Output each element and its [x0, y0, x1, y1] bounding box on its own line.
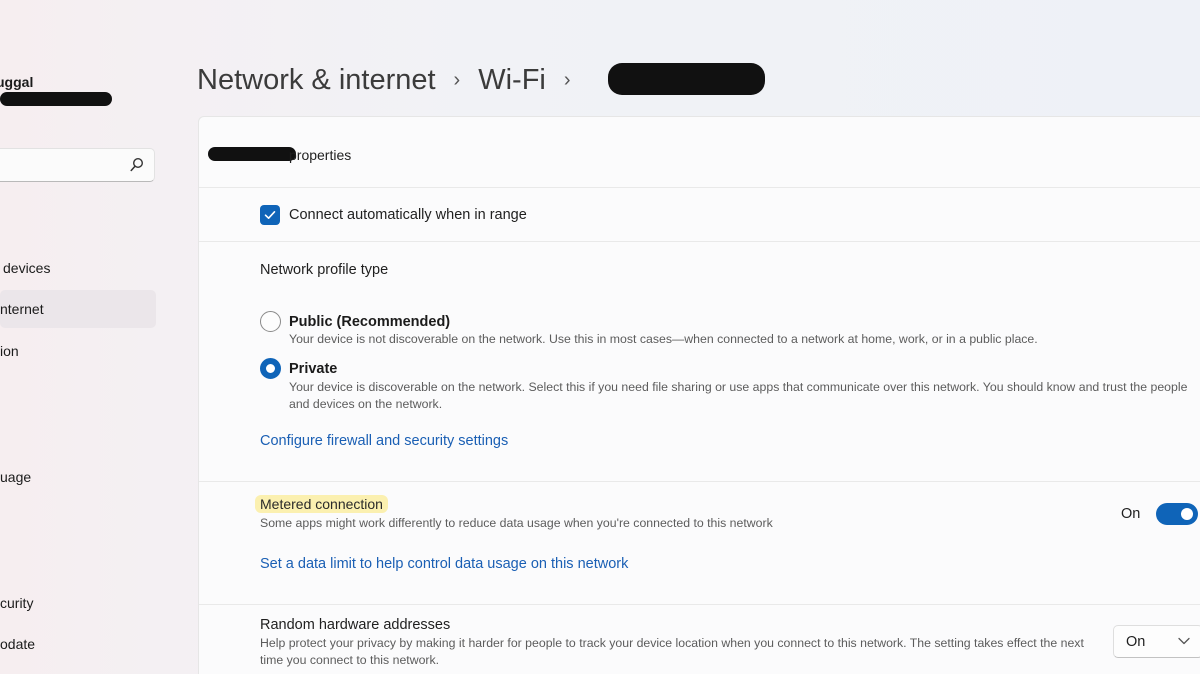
properties-title: properties: [289, 147, 352, 163]
random-hardware-addresses-dropdown[interactable]: On: [1113, 625, 1200, 658]
radio-public-description: Your device is not discoverable on the n…: [289, 332, 1038, 346]
configure-firewall-link[interactable]: Configure firewall and security settings: [260, 433, 508, 449]
sidebar-item-label: nternet: [0, 301, 44, 317]
checkmark-icon: [264, 210, 276, 219]
divider: [199, 604, 1200, 605]
sidebar-item-label: curity: [0, 595, 34, 611]
connect-automatically-row[interactable]: Connect automatically when in range: [260, 205, 527, 225]
divider: [199, 187, 1200, 188]
toggle-knob: [1181, 508, 1193, 520]
chevron-down-icon: [1178, 637, 1190, 645]
sidebar-item-bluetooth-devices[interactable]: devices: [0, 249, 156, 287]
sidebar-item-personalization[interactable]: ion: [0, 332, 156, 370]
network-properties-card: properties Connect automatically when in…: [198, 116, 1200, 674]
metered-connection-toggle[interactable]: [1156, 503, 1198, 525]
sidebar-item-network-internet[interactable]: nternet: [0, 290, 156, 328]
redacted-network-name: [208, 147, 296, 161]
sidebar-item-windows-update[interactable]: odate: [0, 625, 156, 663]
redacted-network-name: [608, 63, 765, 95]
breadcrumb-network-internet[interactable]: Network & internet: [197, 64, 436, 97]
sidebar: uggal devices nternet ion uage curity od…: [0, 0, 170, 674]
radio-public-label[interactable]: Public (Recommended): [289, 314, 450, 330]
user-name: uggal: [0, 74, 34, 90]
breadcrumb-wifi[interactable]: Wi-Fi: [478, 64, 546, 97]
breadcrumb: Network & internet › Wi-Fi ›: [197, 58, 589, 102]
redacted-email: [0, 92, 112, 106]
connect-automatically-label: Connect automatically when in range: [289, 207, 527, 223]
sidebar-item-label: devices: [3, 260, 51, 276]
sidebar-item-privacy-security[interactable]: curity: [0, 584, 156, 622]
radio-public[interactable]: [260, 311, 281, 332]
network-profile-type-label: Network profile type: [260, 262, 389, 278]
sidebar-item-label: odate: [0, 636, 36, 652]
dropdown-value: On: [1126, 634, 1146, 650]
metered-connection-description: Some apps might work differently to redu…: [260, 516, 773, 530]
search-icon[interactable]: [130, 157, 144, 173]
divider: [199, 481, 1200, 482]
metered-connection-label: Metered connection: [255, 495, 388, 513]
divider: [199, 241, 1200, 242]
sidebar-item-label: ion: [0, 343, 19, 359]
radio-private-label[interactable]: Private: [289, 361, 337, 377]
sidebar-item-time-language[interactable]: uage: [0, 458, 156, 496]
radio-private[interactable]: [260, 358, 281, 379]
chevron-right-icon: ›: [453, 68, 461, 91]
chevron-right-icon: ›: [563, 68, 571, 91]
settings-window: uggal devices nternet ion uage curity od…: [0, 0, 1200, 674]
random-hardware-addresses-description: Help protect your privacy by making it h…: [260, 636, 1084, 667]
metered-toggle-state: On: [1121, 506, 1141, 522]
connect-automatically-checkbox[interactable]: [260, 205, 280, 225]
data-limit-link[interactable]: Set a data limit to help control data us…: [260, 556, 628, 572]
search-box[interactable]: [0, 148, 155, 182]
sidebar-item-label: uage: [0, 469, 32, 485]
radio-private-description: Your device is discoverable on the netwo…: [289, 380, 1188, 411]
search-input[interactable]: [0, 155, 109, 175]
random-hardware-addresses-label: Random hardware addresses: [260, 617, 451, 633]
